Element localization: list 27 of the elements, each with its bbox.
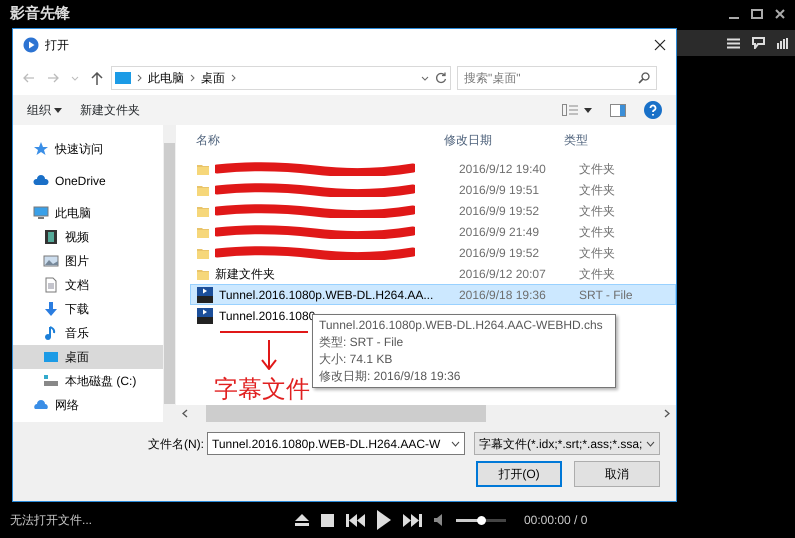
file-type: 文件夹: [579, 182, 615, 196]
file-type: 文件夹: [579, 162, 615, 176]
file-type: 文件夹: [579, 204, 615, 218]
modified-date: 2016/9/9 19:52: [459, 204, 540, 218]
modified-date: 2016/9/9 19:52: [459, 246, 540, 260]
tooltip-detail: 修改日期: 2016/9/18 19:36: [319, 368, 462, 385]
file-type: 文件夹: [579, 246, 615, 260]
tooltip-title: Tunnel.2016.1080p.WEB-DL.H264.AAC-WEBHD.chs: [319, 317, 604, 334]
modified-date: 2016/9/9 19:51: [459, 182, 540, 196]
time-display: 00:00:00 / 0: [524, 512, 588, 529]
tooltip-detail: 类型: SRT - File: [319, 334, 404, 351]
modified-date: 2016/9/12 19:40: [459, 162, 546, 176]
modified-date: 2016/9/12 20:07: [459, 266, 546, 280]
filename-label: 文件名(N):: [148, 436, 204, 452]
modified-date: 2016/9/18 19:36: [459, 288, 546, 302]
file-name: 新建文件夹: [215, 266, 275, 282]
status-text: 无法打开文件...: [10, 512, 94, 529]
file-type: 文件夹: [579, 224, 615, 238]
file-name: Tunnel.2016.1080p.WEB-DL.H264.AA...: [219, 286, 434, 304]
modified-date: 2016/9/9 21:49: [459, 224, 540, 238]
tooltip-detail: 大小: 74.1 KB: [319, 351, 394, 368]
file-type: SRT - File: [579, 288, 633, 302]
dialog-title: 打开: [45, 37, 69, 54]
annotation-text: 字幕文件: [214, 374, 310, 405]
file-name: Tunnel.2016.1080: [219, 308, 316, 324]
file-type: 文件夹: [579, 266, 615, 280]
player-title: 影音先锋: [10, 4, 70, 24]
